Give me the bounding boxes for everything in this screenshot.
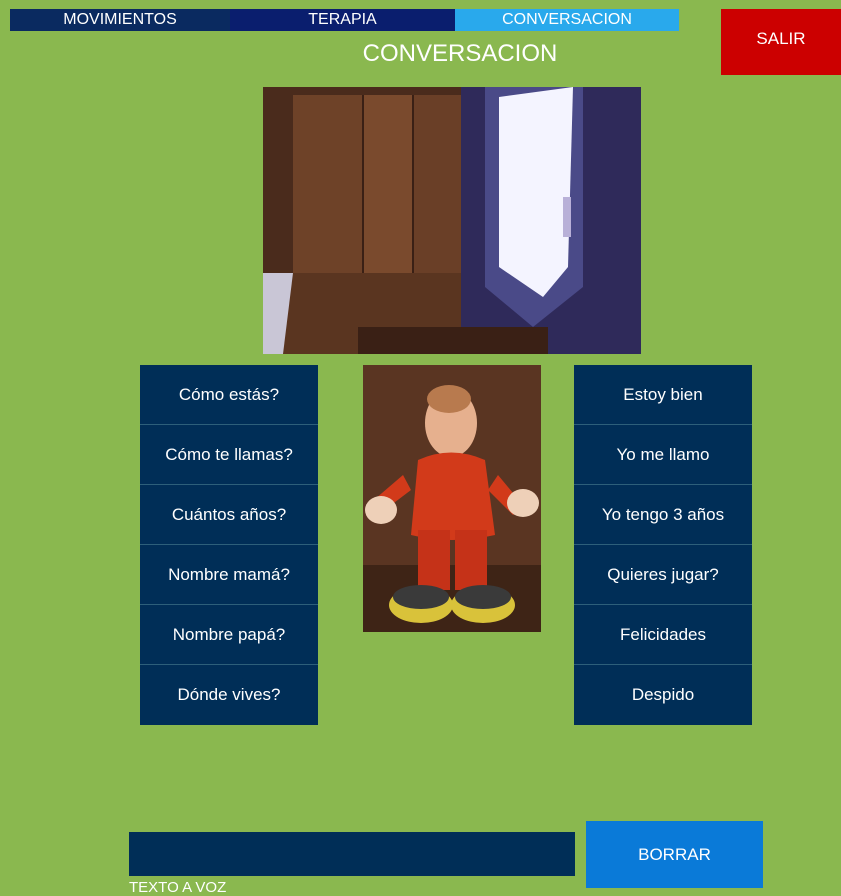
question-button-nombre-papa[interactable]: Nombre papá? [140, 605, 318, 665]
answer-button-estoy-bien[interactable]: Estoy bien [574, 365, 752, 425]
question-button-nombre-mama[interactable]: Nombre mamá? [140, 545, 318, 605]
tab-conversacion[interactable]: CONVERSACION [455, 9, 679, 31]
question-button-donde-vives[interactable]: Dónde vives? [140, 665, 318, 725]
question-button-como-estas[interactable]: Cómo estás? [140, 365, 318, 425]
tab-terapia[interactable]: TERAPIA [230, 9, 455, 31]
text-to-speech-input[interactable] [129, 832, 575, 876]
answer-button-yo-me-llamo[interactable]: Yo me llamo [574, 425, 752, 485]
answer-button-felicidades[interactable]: Felicidades [574, 605, 752, 665]
answer-button-quieres-jugar[interactable]: Quieres jugar? [574, 545, 752, 605]
question-button-cuantos-anos[interactable]: Cuántos años? [140, 485, 318, 545]
exit-button[interactable]: SALIR [721, 9, 841, 75]
questions-column: Cómo estás? Cómo te llamas? Cuántos años… [140, 365, 318, 725]
answers-column: Estoy bien Yo me llamo Yo tengo 3 años Q… [574, 365, 752, 725]
text-to-speech-label: TEXTO A VOZ [129, 879, 227, 896]
camera-feed-image [263, 87, 641, 354]
question-button-como-te-llamas[interactable]: Cómo te llamas? [140, 425, 318, 485]
clear-button[interactable]: BORRAR [586, 821, 763, 888]
answer-button-despido[interactable]: Despido [574, 665, 752, 725]
doll-image [363, 365, 541, 632]
answer-button-yo-tengo-3-anos[interactable]: Yo tengo 3 años [574, 485, 752, 545]
tab-movimientos[interactable]: MOVIMIENTOS [10, 9, 230, 31]
page-title: CONVERSACION [362, 40, 558, 67]
